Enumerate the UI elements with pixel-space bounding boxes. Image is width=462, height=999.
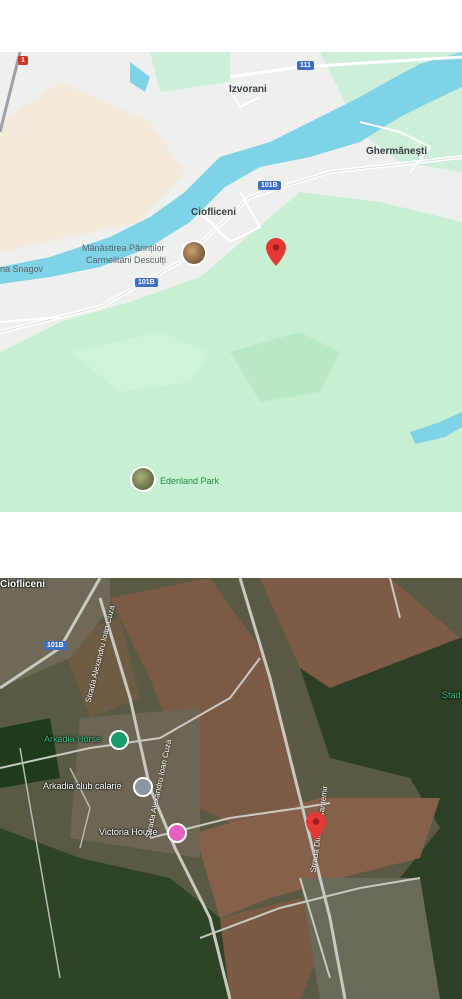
edenland-photo-icon[interactable] [132,468,154,490]
place-label-ciofliceni[interactable]: Ciofliceni [191,208,236,218]
road-shield-101b-a: 101B [258,181,281,190]
victoria-house-marker-icon[interactable] [167,823,187,843]
satellite-map-panel[interactable]: Ciofliceni 101B Arkadia Horse Arkadia cl… [0,578,462,999]
sat-location-pin-icon[interactable] [306,812,326,840]
road-shield-101b-b: 101B [135,278,158,287]
place-label-ghermanesti[interactable]: Ghermănești [366,147,427,157]
road-shield-111: 111 [297,61,314,70]
sat-road-shield-101b: 101B [44,641,67,650]
road-shield-1: 1 [18,56,28,65]
road-map-base [0,52,462,512]
place-label-izvorani[interactable]: Izvorani [229,85,267,95]
poi-label-edenland-park[interactable]: Edenland Park [160,477,219,486]
poi-label-arkadia-club[interactable]: Arkadia club calarie [43,782,122,791]
sat-place-label-ciofliceni[interactable]: Ciofliceni [0,580,45,590]
poi-label-monastery-line1[interactable]: Mânăstirea Părinților [82,244,165,253]
monastery-photo-icon[interactable] [183,242,205,264]
poi-label-stad[interactable]: Stad [442,691,461,700]
arkadia-club-marker-icon[interactable] [133,777,153,797]
poi-label-arkadia-horse[interactable]: Arkadia Horse [44,735,101,744]
arkadia-horse-marker-icon[interactable] [109,730,129,750]
place-label-snagov[interactable]: na Snagov [0,265,43,274]
poi-label-monastery-line2[interactable]: Carmelitani Desculți [86,256,166,265]
location-pin-icon[interactable] [266,238,286,266]
road-map-panel[interactable]: Izvorani Ghermănești Ciofliceni Mânăstir… [0,52,462,512]
